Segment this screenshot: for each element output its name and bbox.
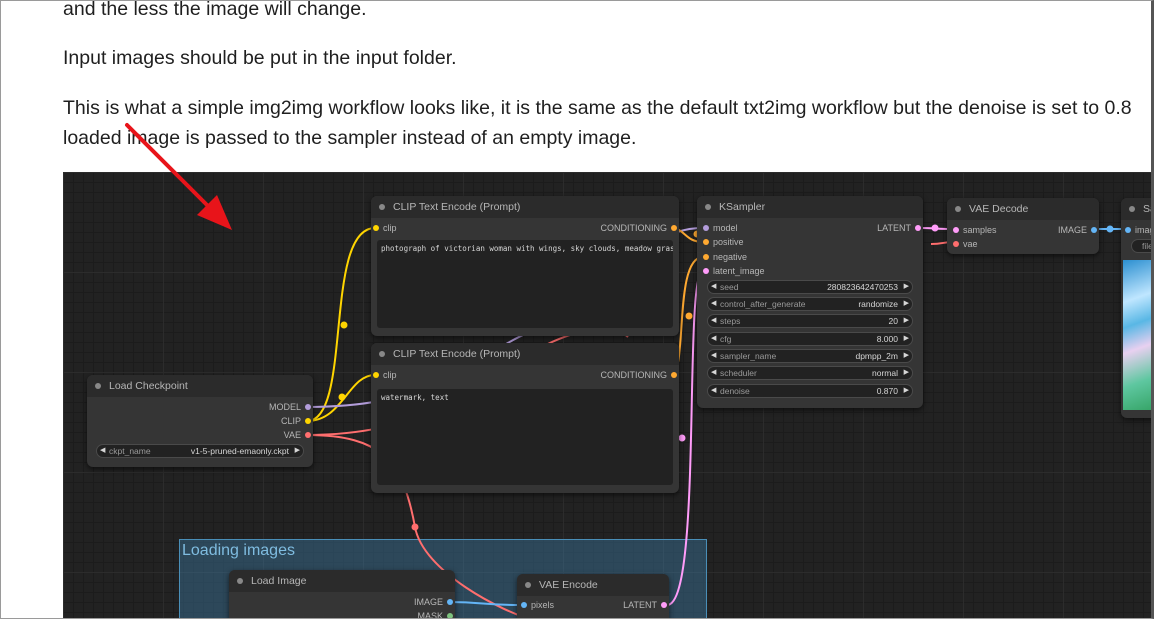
browser-page: and the less the image will change. Inpu…	[0, 0, 1154, 619]
annotation-arrow-icon	[125, 123, 232, 230]
